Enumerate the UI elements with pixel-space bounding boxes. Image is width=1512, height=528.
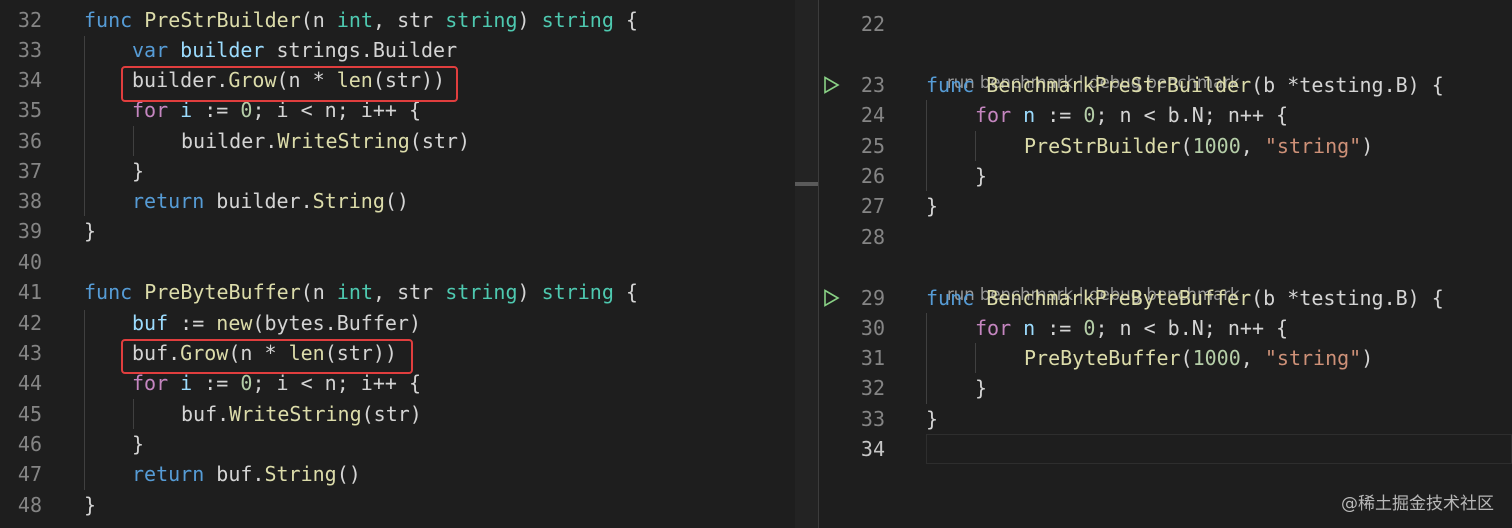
watermark: @稀土掘金技术社区 (1341, 494, 1494, 514)
code-line[interactable]: 38 return builder.String() (0, 186, 818, 216)
code-line[interactable]: 40 (0, 247, 818, 277)
code-line[interactable]: 32 func PreStrBuilder(n int, str string)… (0, 5, 818, 35)
code-line[interactable]: 39 } (0, 216, 818, 246)
line-number: 30 (860, 316, 885, 340)
line-number: 35 (17, 98, 42, 122)
line-number: 40 (17, 250, 42, 274)
code-line[interactable]: 29 func BenchmarkPreByteBuffer(b *testin… (819, 283, 1512, 313)
line-number: 33 (17, 38, 42, 62)
code-text[interactable]: buf.WriteString(str) (181, 399, 422, 429)
code-text[interactable]: func BenchmarkPreByteBuffer(b *testing.B… (926, 283, 1444, 313)
line-number: 42 (17, 311, 42, 335)
code-text[interactable]: func PreByteBuffer(n int, str string) st… (84, 277, 638, 307)
code-line[interactable]: 41 func PreByteBuffer(n int, str string)… (0, 277, 818, 307)
codelens: run benchmark | debug benchmark (926, 256, 1240, 304)
code-line[interactable]: 26 } (819, 161, 1512, 191)
highlight-box (121, 66, 458, 102)
line-number: 41 (17, 280, 42, 304)
highlight-box (121, 339, 413, 374)
code-line[interactable]: 25 PreStrBuilder(1000, "string") (819, 131, 1512, 161)
code-text[interactable]: builder.WriteString(str) (181, 126, 470, 156)
code-line[interactable]: 37 } (0, 156, 818, 186)
line-number: 36 (17, 129, 42, 153)
code-text[interactable]: } (975, 373, 987, 403)
right-editor-pane[interactable]: 22 run benchmark | debug benchmark 23 fu… (819, 0, 1512, 528)
line-number: 31 (860, 346, 885, 370)
code-line[interactable]: 30 for n := 0; n < b.N; n++ { (819, 313, 1512, 343)
line-number: 25 (860, 134, 885, 158)
code-text[interactable]: for n := 0; n < b.N; n++ { (975, 313, 1288, 343)
code-text[interactable]: PreStrBuilder(1000, "string") (1024, 131, 1373, 161)
line-number: 32 (860, 376, 885, 400)
line-number: 29 (860, 286, 885, 310)
code-text[interactable]: } (132, 156, 144, 186)
line-number: 22 (860, 12, 885, 36)
line-number: 34 (17, 68, 42, 92)
code-text[interactable]: } (926, 404, 938, 434)
code-text[interactable]: } (926, 191, 938, 221)
code-line[interactable]: 46 } (0, 429, 818, 459)
code-text[interactable]: func BenchmarkPreStrBuilder(b *testing.B… (926, 70, 1444, 100)
code-line[interactable]: 32 } (819, 373, 1512, 403)
code-text[interactable]: } (975, 161, 987, 191)
line-number: 38 (17, 189, 42, 213)
code-line[interactable]: 23 func BenchmarkPreStrBuilder(b *testin… (819, 70, 1512, 100)
code-text[interactable]: } (84, 490, 96, 520)
code-line[interactable]: 31 PreByteBuffer(1000, "string") (819, 343, 1512, 373)
line-number: 48 (17, 493, 42, 517)
codelens: run benchmark | debug benchmark (926, 44, 1240, 92)
code-line[interactable]: 24 for n := 0; n < b.N; n++ { (819, 100, 1512, 130)
code-text[interactable]: PreByteBuffer(1000, "string") (1024, 343, 1373, 373)
line-number: 44 (17, 371, 42, 395)
code-text[interactable]: var builder strings.Builder (132, 35, 457, 65)
code-text[interactable]: } (84, 216, 96, 246)
line-number: 34 (860, 437, 885, 461)
line-number: 47 (17, 462, 42, 486)
left-scrollbar[interactable] (795, 0, 818, 528)
line-number: 32 (17, 8, 42, 32)
code-text[interactable]: return builder.String() (132, 186, 409, 216)
line-number: 33 (860, 407, 885, 431)
code-line[interactable]: 33 var builder strings.Builder (0, 35, 818, 65)
line-number: 39 (17, 219, 42, 243)
code-line[interactable]: 47 return buf.String() (0, 459, 818, 489)
scrollbar-thumb[interactable] (795, 182, 818, 186)
code-line[interactable]: 27 } (819, 191, 1512, 221)
code-text[interactable]: return buf.String() (132, 459, 361, 489)
code-text[interactable]: buf := new(bytes.Buffer) (132, 308, 421, 338)
line-number: 28 (860, 225, 885, 249)
code-text[interactable]: } (132, 429, 144, 459)
code-line[interactable]: 34 (819, 434, 1512, 464)
code-line[interactable]: 42 buf := new(bytes.Buffer) (0, 308, 818, 338)
code-text[interactable]: func PreStrBuilder(n int, str string) st… (84, 5, 638, 35)
code-line[interactable]: 33 } (819, 404, 1512, 434)
code-line[interactable]: 36 builder.WriteString(str) (0, 126, 818, 156)
code-text[interactable]: for n := 0; n < b.N; n++ { (975, 100, 1288, 130)
line-number: 26 (860, 164, 885, 188)
line-number: 27 (860, 194, 885, 218)
line-number: 37 (17, 159, 42, 183)
code-line[interactable]: 22 (819, 9, 1512, 39)
code-line[interactable]: 45 buf.WriteString(str) (0, 399, 818, 429)
left-editor-pane[interactable]: 32 func PreStrBuilder(n int, str string)… (0, 0, 818, 528)
code-line[interactable]: 28 (819, 222, 1512, 252)
line-number: 23 (860, 73, 885, 97)
line-number: 46 (17, 432, 42, 456)
line-number: 45 (17, 402, 42, 426)
code-line[interactable]: 48 } (0, 490, 818, 520)
line-number: 43 (17, 341, 42, 365)
line-number: 24 (860, 103, 885, 127)
